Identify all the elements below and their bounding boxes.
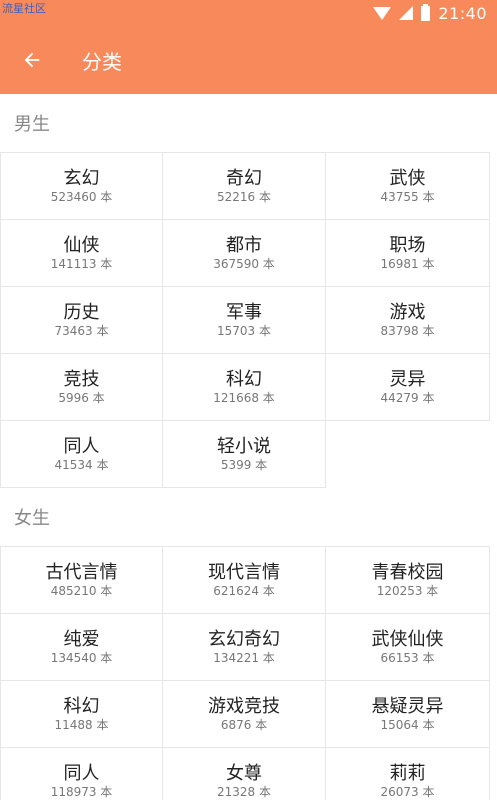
app-bar: 分类 [0, 26, 497, 94]
category-name: 武侠 [389, 167, 426, 189]
category-item[interactable]: 悬疑灵异 15064 本 [326, 681, 490, 748]
category-count: 118973 本 [50, 784, 113, 799]
category-name: 历史 [63, 301, 100, 323]
category-item[interactable]: 武侠仙侠 66153 本 [326, 614, 490, 681]
category-name: 轻小说 [217, 435, 271, 457]
section-header-female: 女生 [14, 508, 50, 529]
category-count: 52216 本 [217, 189, 271, 204]
category-name: 女尊 [226, 762, 262, 784]
section-header-male: 男生 [14, 114, 50, 135]
category-name: 莉莉 [389, 762, 426, 784]
category-count: 44279 本 [380, 390, 435, 405]
category-count: 43755 本 [380, 189, 435, 204]
category-count: 485210 本 [50, 583, 113, 598]
category-name: 玄幻 [63, 167, 100, 189]
category-item[interactable]: 现代言情 621624 本 [163, 547, 326, 614]
category-name: 玄幻奇幻 [208, 628, 280, 650]
category-count: 16981 本 [380, 256, 435, 271]
category-count: 11488 本 [54, 717, 109, 732]
category-name: 职场 [389, 234, 426, 256]
category-count: 41534 本 [54, 457, 109, 472]
category-name: 灵异 [389, 368, 426, 390]
status-bar: 流星社区 21:40 [0, 0, 497, 26]
category-count: 21328 本 [217, 784, 271, 799]
category-grid-female: 古代言情 485210 本现代言情 621624 本青春校园 120253 本纯爱 13… [0, 546, 490, 800]
category-item[interactable]: 轻小说 5399 本 [163, 421, 326, 488]
category-count: 6876 本 [220, 717, 268, 732]
category-name: 游戏竞技 [208, 695, 280, 717]
category-item[interactable]: 竞技 5996 本 [0, 354, 163, 421]
category-item[interactable]: 同人 118973 本 [0, 748, 163, 800]
category-name: 古代言情 [45, 561, 118, 583]
category-count: 66153 本 [380, 650, 435, 665]
category-item[interactable]: 武侠 43755 本 [326, 153, 490, 220]
category-item[interactable]: 莉莉 26073 本 [326, 748, 490, 800]
category-name: 同人 [63, 762, 100, 784]
category-count: 134540 本 [50, 650, 113, 665]
category-name: 青春校园 [371, 561, 444, 583]
arrow-left-icon [24, 52, 40, 68]
status-time: 21:40 [438, 3, 487, 23]
category-item[interactable]: 都市 367590 本 [163, 220, 326, 287]
category-list[interactable]: 男生 玄幻 523460 本奇幻 52216 本武侠 43755 本仙侠 141113 … [0, 94, 497, 800]
category-name: 同人 [63, 435, 100, 457]
category-count: 83798 本 [380, 323, 435, 338]
empty-cell [326, 421, 490, 488]
category-item[interactable]: 玄幻奇幻 134221 本 [163, 614, 326, 681]
category-name: 科幻 [63, 695, 100, 717]
category-name: 仙侠 [63, 234, 100, 256]
category-item[interactable]: 玄幻 523460 本 [0, 153, 163, 220]
category-item[interactable]: 女尊 21328 本 [163, 748, 326, 800]
category-grid-male: 玄幻 523460 本奇幻 52216 本武侠 43755 本仙侠 141113 本都市… [0, 152, 490, 488]
category-name: 都市 [226, 234, 262, 256]
category-count: 134221 本 [213, 650, 275, 665]
category-item[interactable]: 青春校园 120253 本 [326, 547, 490, 614]
status-icons: 21:40 [373, 3, 487, 23]
category-item[interactable]: 游戏 83798 本 [326, 287, 490, 354]
category-name: 科幻 [226, 368, 262, 390]
category-item[interactable]: 古代言情 485210 本 [0, 547, 163, 614]
category-name: 现代言情 [208, 561, 280, 583]
category-item[interactable]: 灵异 44279 本 [326, 354, 490, 421]
category-name: 武侠仙侠 [371, 628, 444, 650]
category-item[interactable]: 奇幻 52216 本 [163, 153, 326, 220]
category-item[interactable]: 科幻 121668 本 [163, 354, 326, 421]
category-item[interactable]: 游戏竞技 6876 本 [163, 681, 326, 748]
battery-icon [421, 3, 431, 21]
category-item[interactable]: 纯爱 134540 本 [0, 614, 163, 681]
category-count: 15064 本 [380, 717, 435, 732]
watermark-text: 流星社区 [2, 2, 46, 15]
signal-icon [399, 6, 414, 20]
category-item[interactable]: 仙侠 141113 本 [0, 220, 163, 287]
category-count: 120253 本 [376, 583, 439, 598]
category-name: 奇幻 [226, 167, 262, 189]
page-title: 分类 [82, 49, 122, 74]
category-count: 5399 本 [220, 457, 268, 472]
category-count: 621624 本 [213, 583, 275, 598]
category-count: 367590 本 [213, 256, 275, 271]
category-item[interactable]: 科幻 11488 本 [0, 681, 163, 748]
category-count: 26073 本 [380, 784, 435, 799]
category-name: 悬疑灵异 [371, 695, 444, 717]
category-count: 141113 本 [50, 256, 113, 271]
category-name: 纯爱 [63, 628, 100, 650]
category-count: 73463 本 [54, 323, 109, 338]
category-item[interactable]: 军事 15703 本 [163, 287, 326, 354]
back-button[interactable] [4, 26, 60, 94]
category-item[interactable]: 职场 16981 本 [326, 220, 490, 287]
category-name: 军事 [226, 301, 262, 323]
wifi-icon [373, 6, 392, 20]
category-item[interactable]: 历史 73463 本 [0, 287, 163, 354]
category-item[interactable]: 同人 41534 本 [0, 421, 163, 488]
category-count: 121668 本 [213, 390, 275, 405]
category-name: 竞技 [63, 368, 100, 390]
category-count: 523460 本 [50, 189, 113, 204]
category-count: 15703 本 [217, 323, 271, 338]
category-count: 5996 本 [58, 390, 105, 405]
category-name: 游戏 [389, 301, 426, 323]
